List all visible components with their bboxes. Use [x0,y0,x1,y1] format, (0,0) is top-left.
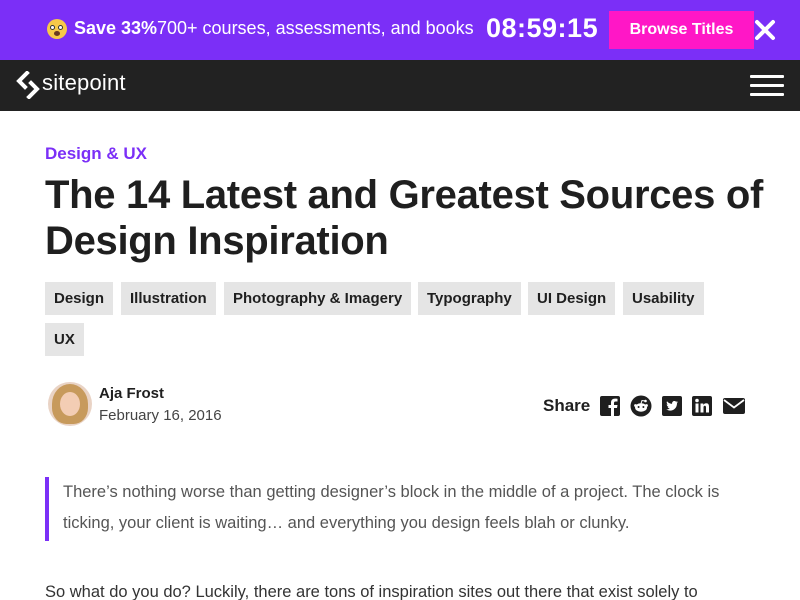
tag-ui-design[interactable]: UI Design [528,282,616,315]
tag-ux[interactable]: UX [45,323,84,356]
intro-blockquote: There’s nothing worse than getting desig… [45,477,755,541]
close-icon[interactable] [753,18,777,42]
article-title: The 14 Latest and Greatest Sources of De… [45,173,764,263]
site-header: sitepoint [0,60,800,111]
author-name[interactable]: Aja Frost [99,385,164,402]
share-label: Share [543,396,591,415]
promo-countdown: 08:59:15 [486,13,599,43]
shocked-face-emoji-icon [47,19,67,39]
site-logo-text[interactable]: sitepoint [42,70,126,96]
linkedin-icon[interactable] [691,395,713,417]
promo-save-label: Save 33% [74,18,158,38]
promo-offer-text: 700+ courses, assessments, and books [157,18,474,38]
tag-photography-imagery[interactable]: Photography & Imagery [224,282,412,315]
tag-usability[interactable]: Usability [623,282,704,315]
tag-typography[interactable]: Typography [418,282,521,315]
promo-banner: Save 33% 700+ courses, assessments, and … [0,0,800,60]
article-category[interactable]: Design & UX [45,144,147,164]
publish-date: February 16, 2016 [99,407,222,424]
twitter-icon[interactable] [661,395,683,417]
reddit-icon[interactable] [630,395,652,417]
tag-design[interactable]: Design [45,282,114,315]
browse-titles-button[interactable]: Browse Titles [609,11,754,49]
email-icon[interactable] [722,395,746,417]
hamburger-menu-icon[interactable] [750,75,784,97]
avatar[interactable] [48,382,92,426]
sitepoint-logo-icon[interactable] [16,71,40,99]
tag-illustration[interactable]: Illustration [121,282,216,315]
article-paragraph: So what do you do? Luckily, there are to… [45,583,698,600]
facebook-icon[interactable] [599,395,621,417]
